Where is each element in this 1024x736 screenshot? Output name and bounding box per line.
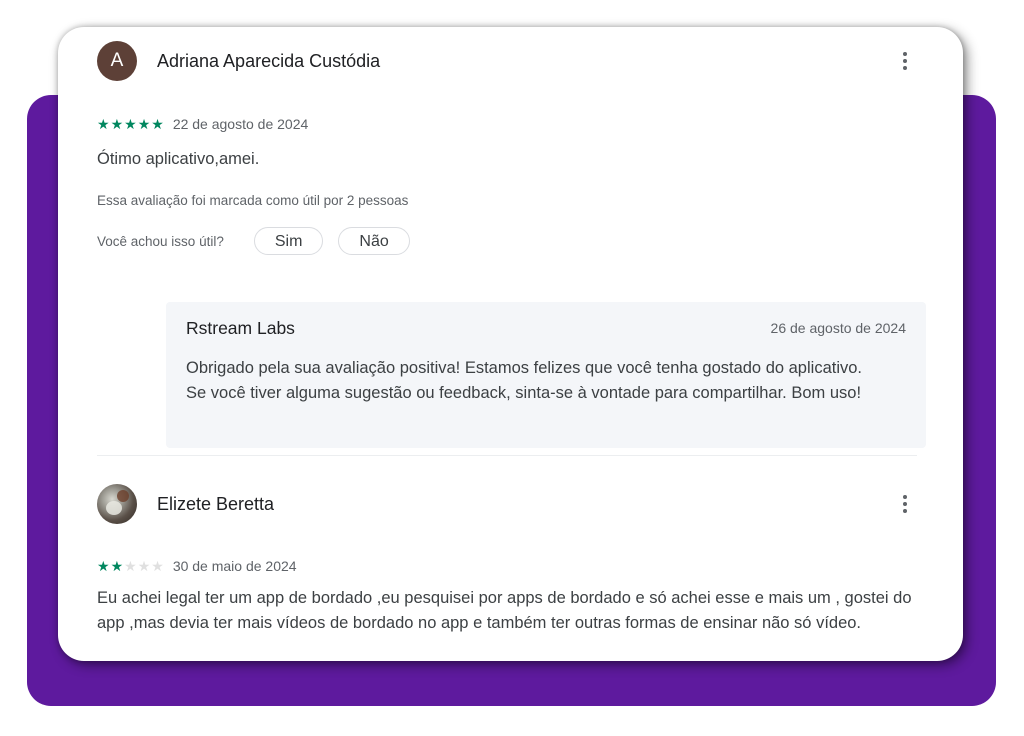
review-header: Elizete Beretta (97, 484, 917, 524)
helpful-count: Essa avaliação foi marcada como útil por… (97, 193, 409, 208)
star-empty-icon: ★ (137, 558, 152, 574)
more-options-icon[interactable] (893, 492, 917, 516)
avatar: A (97, 41, 137, 81)
review-item: Elizete Beretta ★ ★ ★ ★ ★ 30 de maio de 2024… (97, 484, 917, 632)
review-date: 22 de agosto de 2024 (172, 116, 309, 132)
star-filled-icon: ★ (110, 558, 125, 574)
star-filled-icon: ★ (97, 558, 111, 574)
developer-reply-text: Obrigado pela sua avaliação positiva! Es… (186, 359, 863, 402)
star-filled-icon: ★ (151, 116, 165, 132)
review-date: 30 de maio de 2024 (172, 558, 297, 574)
developer-reply: Rstream Labs 26 de agosto de 2024 Obriga… (166, 302, 926, 448)
star-filled-icon: ★ (137, 116, 152, 132)
review-text: Eu achei legal ter um app de bordado ,eu… (97, 589, 912, 632)
review-text: Ótimo aplicativo,amei. (97, 150, 260, 168)
developer-name: Rstream Labs (186, 318, 295, 338)
reviewer-name: Adriana Aparecida Custódia (157, 51, 381, 71)
star-rating: ★ ★ ★ ★ ★ (97, 116, 165, 132)
review-header: A Adriana Aparecida Custódia (97, 41, 917, 81)
reviews-card: A Adriana Aparecida Custódia ★ ★ ★ ★ ★ 22 de… (58, 27, 963, 661)
star-filled-icon: ★ (97, 116, 111, 132)
star-empty-icon: ★ (151, 558, 165, 574)
helpful-no-button[interactable]: Não (338, 227, 410, 255)
star-empty-icon: ★ (124, 558, 138, 574)
helpful-question: Você achou isso útil? (97, 233, 224, 249)
star-filled-icon: ★ (110, 116, 125, 132)
helpful-yes-button[interactable]: Sim (253, 227, 324, 255)
star-filled-icon: ★ (124, 116, 138, 132)
review-item: A Adriana Aparecida Custódia ★ ★ ★ ★ ★ 22 de… (97, 41, 926, 448)
avatar (97, 484, 137, 524)
reviewer-name: Elizete Beretta (157, 494, 275, 514)
helpful-row: Você achou isso útil? Sim Não (97, 226, 425, 256)
rating-row: ★ ★ ★ ★ ★ 30 de maio de 2024 (97, 558, 297, 574)
developer-reply-date: 26 de agosto de 2024 (770, 320, 906, 336)
screenshot-stage: A Adriana Aparecida Custódia ★ ★ ★ ★ ★ 22 de… (0, 0, 1024, 736)
more-options-icon[interactable] (893, 49, 917, 73)
rating-row: ★ ★ ★ ★ ★ 22 de agosto de 2024 (97, 116, 308, 132)
review-divider (97, 455, 917, 456)
star-rating: ★ ★ ★ ★ ★ (97, 558, 165, 574)
